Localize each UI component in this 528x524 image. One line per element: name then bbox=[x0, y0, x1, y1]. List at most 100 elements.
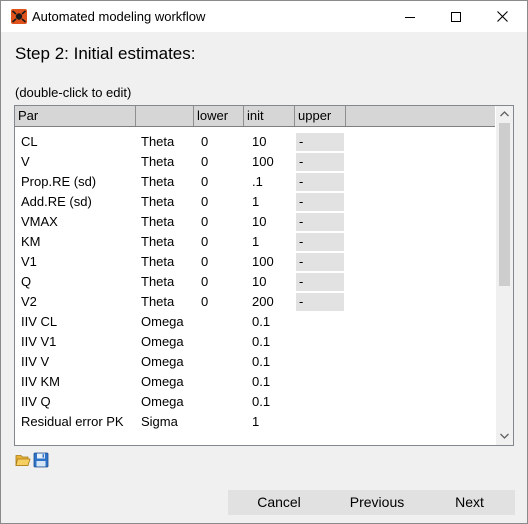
table-row[interactable]: KM Theta 0 1 - bbox=[15, 232, 495, 252]
table-row[interactable]: V2 Theta 0 200 - bbox=[15, 292, 495, 312]
table-row[interactable]: VMAX Theta 0 10 - bbox=[15, 212, 495, 232]
cell-init[interactable]: 1 bbox=[252, 192, 259, 212]
cell-par[interactable]: V2 bbox=[21, 292, 37, 312]
cell-type[interactable]: Theta bbox=[141, 252, 174, 272]
cell-upper[interactable]: - bbox=[296, 233, 344, 251]
folder-open-icon[interactable] bbox=[15, 452, 31, 468]
cell-upper[interactable]: - bbox=[296, 213, 344, 231]
save-disk-icon[interactable] bbox=[33, 452, 49, 468]
scroll-up-arrow-icon[interactable] bbox=[500, 111, 509, 117]
cell-init[interactable]: 0.1 bbox=[252, 372, 270, 392]
cell-type[interactable]: Omega bbox=[141, 392, 184, 412]
cell-type[interactable]: Omega bbox=[141, 372, 184, 392]
column-header-init[interactable]: init bbox=[244, 106, 295, 126]
scrollbar-thumb[interactable] bbox=[499, 123, 510, 286]
cell-lower[interactable]: 0 bbox=[201, 192, 208, 212]
cell-init[interactable]: 0.1 bbox=[252, 332, 270, 352]
cell-type[interactable]: Theta bbox=[141, 172, 174, 192]
maximize-button[interactable] bbox=[433, 1, 479, 32]
column-header-type[interactable] bbox=[136, 106, 194, 126]
cell-type[interactable]: Theta bbox=[141, 132, 174, 152]
table-row[interactable]: Residual error PK Sigma 1 bbox=[15, 412, 495, 432]
cell-par[interactable]: CL bbox=[21, 132, 38, 152]
cancel-button[interactable]: Cancel bbox=[228, 490, 330, 515]
column-header-par[interactable]: Par bbox=[15, 106, 136, 126]
next-button[interactable]: Next bbox=[424, 490, 515, 515]
cell-upper[interactable]: - bbox=[296, 193, 344, 211]
cell-par[interactable]: Residual error PK bbox=[21, 412, 124, 432]
cell-par[interactable]: Prop.RE (sd) bbox=[21, 172, 96, 192]
table-row[interactable]: IIV Q Omega 0.1 bbox=[15, 392, 495, 412]
cell-upper[interactable]: - bbox=[296, 273, 344, 291]
cell-type[interactable]: Theta bbox=[141, 152, 174, 172]
cell-init[interactable]: 10 bbox=[252, 272, 266, 292]
cell-par[interactable]: Add.RE (sd) bbox=[21, 192, 92, 212]
cell-upper[interactable]: - bbox=[296, 293, 344, 311]
cell-init[interactable]: 1 bbox=[252, 412, 259, 432]
close-icon bbox=[496, 11, 508, 22]
cell-lower[interactable]: 0 bbox=[201, 252, 208, 272]
cell-init[interactable]: 0.1 bbox=[252, 392, 270, 412]
cell-init[interactable]: .1 bbox=[252, 172, 263, 192]
cell-lower[interactable]: 0 bbox=[201, 172, 208, 192]
cell-upper[interactable]: - bbox=[296, 253, 344, 271]
column-header-upper[interactable]: upper bbox=[295, 106, 346, 126]
table-row[interactable]: V1 Theta 0 100 - bbox=[15, 252, 495, 272]
estimates-table[interactable]: Par lower init upper CL Theta 0 10- V Theta 0 1… bbox=[14, 105, 514, 446]
table-row[interactable]: CL Theta 0 10 - bbox=[15, 132, 495, 152]
cell-init[interactable]: 10 bbox=[252, 132, 266, 152]
cell-upper[interactable]: - bbox=[296, 173, 344, 191]
cell-type[interactable]: Omega bbox=[141, 332, 184, 352]
cell-type[interactable]: Theta bbox=[141, 192, 174, 212]
table-header: Par lower init upper bbox=[15, 106, 495, 127]
vertical-scrollbar[interactable] bbox=[496, 106, 513, 445]
cell-par[interactable]: Q bbox=[21, 272, 31, 292]
column-header-lower[interactable]: lower bbox=[194, 106, 244, 126]
table-row[interactable]: Q Theta 0 10 - bbox=[15, 272, 495, 292]
cell-type[interactable]: Theta bbox=[141, 292, 174, 312]
cell-par[interactable]: V bbox=[21, 152, 30, 172]
cell-lower[interactable]: 0 bbox=[201, 292, 208, 312]
cell-type[interactable]: Theta bbox=[141, 212, 174, 232]
cell-init[interactable]: 10 bbox=[252, 212, 266, 232]
cell-lower[interactable]: 0 bbox=[201, 152, 208, 172]
cell-par[interactable]: IIV KM bbox=[21, 372, 60, 392]
scroll-down-arrow-icon[interactable] bbox=[500, 433, 509, 439]
window-title: Automated modeling workflow bbox=[32, 9, 206, 24]
cell-init[interactable]: 100 bbox=[252, 252, 274, 272]
cell-upper[interactable]: - bbox=[296, 133, 344, 151]
table-row[interactable]: V Theta 0 100 - bbox=[15, 152, 495, 172]
cell-lower[interactable]: 0 bbox=[201, 132, 208, 152]
cell-par[interactable]: IIV V bbox=[21, 352, 49, 372]
cell-upper[interactable]: - bbox=[296, 153, 344, 171]
table-row[interactable]: Add.RE (sd) Theta 0 1 - bbox=[15, 192, 495, 212]
table-row[interactable]: IIV V1 Omega 0.1 bbox=[15, 332, 495, 352]
cell-par[interactable]: VMAX bbox=[21, 212, 58, 232]
table-row[interactable]: IIV V Omega 0.1 bbox=[15, 352, 495, 372]
table-row[interactable]: IIV CL Omega 0.1 bbox=[15, 312, 495, 332]
cell-par[interactable]: IIV CL bbox=[21, 312, 57, 332]
minimize-button[interactable] bbox=[387, 1, 433, 32]
cell-type[interactable]: Omega bbox=[141, 352, 184, 372]
cell-type[interactable]: Omega bbox=[141, 312, 184, 332]
previous-button[interactable]: Previous bbox=[330, 490, 424, 515]
cell-lower[interactable]: 0 bbox=[201, 272, 208, 292]
close-button[interactable] bbox=[479, 1, 525, 32]
cell-init[interactable]: 1 bbox=[252, 232, 259, 252]
cell-init[interactable]: 100 bbox=[252, 152, 274, 172]
cell-lower[interactable]: 0 bbox=[201, 212, 208, 232]
table-row[interactable]: Prop.RE (sd) Theta 0 .1 - bbox=[15, 172, 495, 192]
title-bar[interactable]: Automated modeling workflow bbox=[1, 1, 527, 32]
cell-init[interactable]: 200 bbox=[252, 292, 274, 312]
cell-init[interactable]: 0.1 bbox=[252, 312, 270, 332]
cell-type[interactable]: Theta bbox=[141, 272, 174, 292]
table-row[interactable]: IIV KM Omega 0.1 bbox=[15, 372, 495, 392]
cell-par[interactable]: V1 bbox=[21, 252, 37, 272]
cell-type[interactable]: Sigma bbox=[141, 412, 178, 432]
cell-type[interactable]: Theta bbox=[141, 232, 174, 252]
cell-par[interactable]: KM bbox=[21, 232, 41, 252]
cell-par[interactable]: IIV V1 bbox=[21, 332, 56, 352]
cell-init[interactable]: 0.1 bbox=[252, 352, 270, 372]
cell-lower[interactable]: 0 bbox=[201, 232, 208, 252]
cell-par[interactable]: IIV Q bbox=[21, 392, 51, 412]
